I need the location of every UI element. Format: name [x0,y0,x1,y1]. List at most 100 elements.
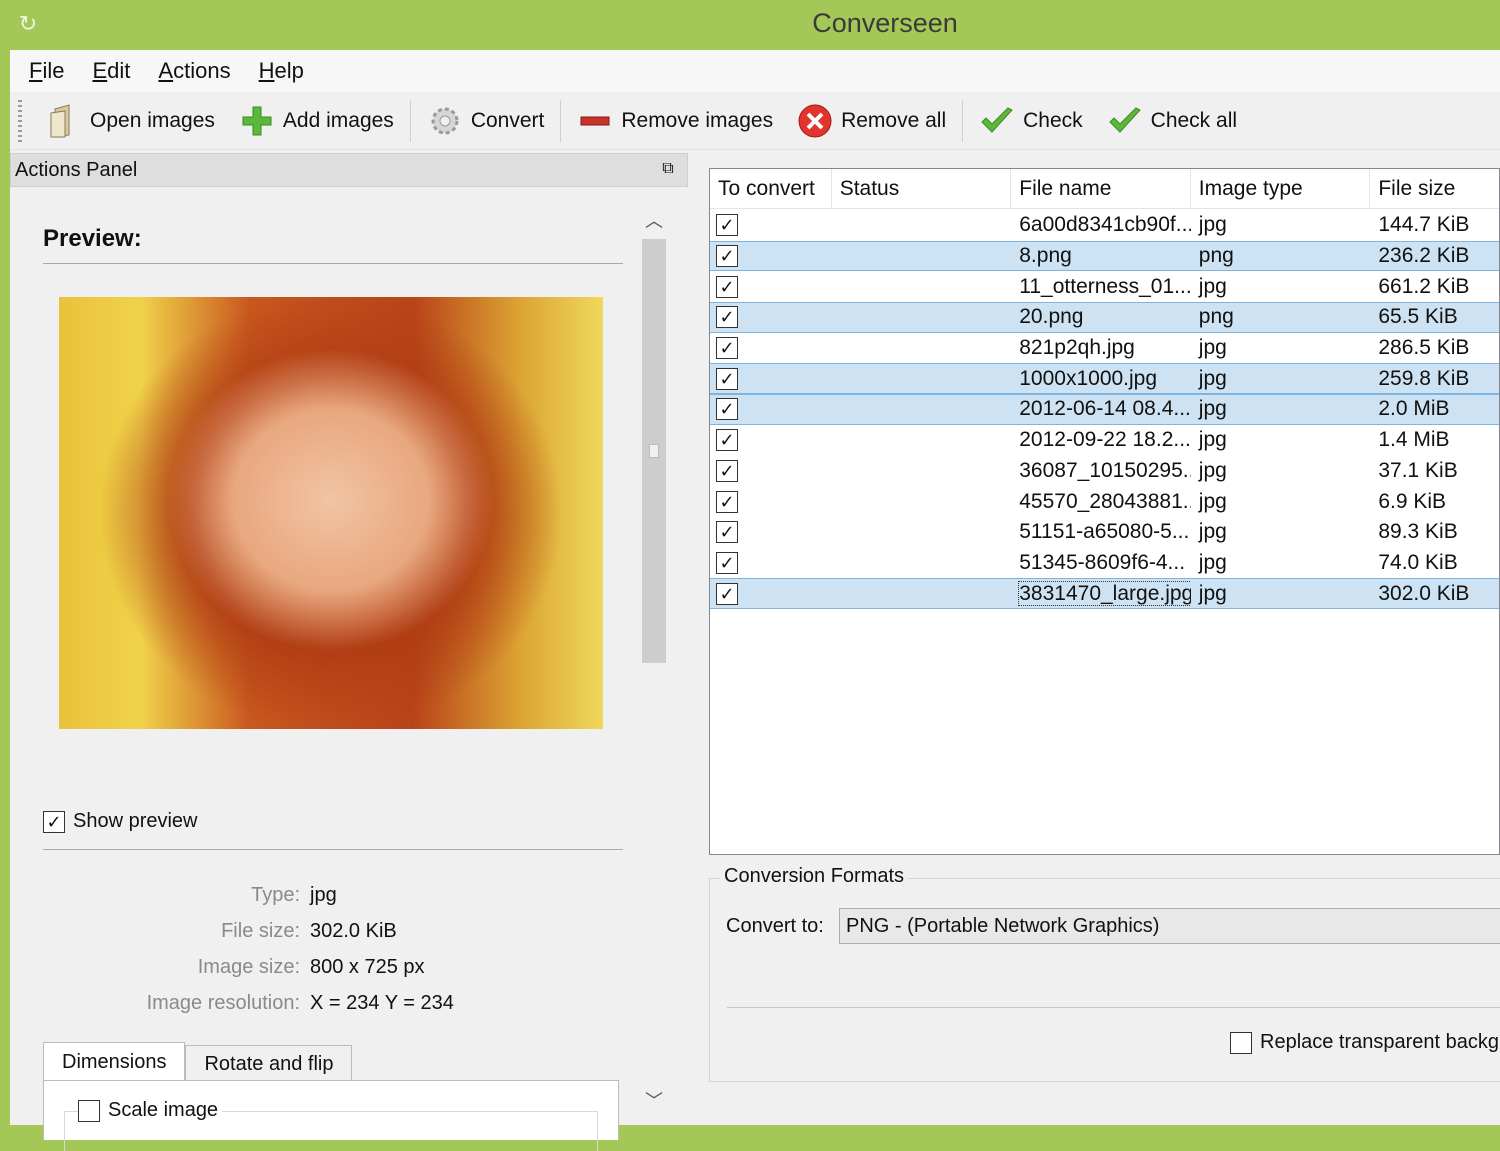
divider [43,263,623,264]
row-check-icon[interactable]: ✓ [716,459,738,482]
table-row[interactable]: ✓ 51345-8609f6-4... jpg 74.0 KiB [710,548,1499,579]
check-button[interactable]: Check [967,95,1095,147]
table-row[interactable]: ✓ 2012-09-22 18.2... jpg 1.4 MiB [710,425,1499,456]
table-row[interactable]: ✓ 8.png png 236.2 KiB [710,240,1499,272]
toolbar-grip[interactable] [18,99,22,142]
add-images-button[interactable]: Add images [227,95,406,147]
dimensions-tab-content: Scale image [43,1080,619,1151]
scroll-thumb[interactable] [642,239,666,663]
row-to-convert-cell[interactable]: ✓ [710,582,832,605]
scroll-down-icon[interactable]: ﹀ [640,1087,668,1115]
row-file-name: 51151-a65080-5... [1019,520,1190,544]
replace-bg-box [1230,1031,1252,1054]
scroll-up-icon[interactable]: ︿ [640,207,668,235]
row-to-convert-cell[interactable]: ✓ [710,398,832,421]
row-file-name: 821p2qh.jpg [1019,336,1135,360]
row-to-convert-cell[interactable]: ✓ [710,337,832,360]
row-check-icon[interactable]: ✓ [716,582,738,605]
show-preview-label: Show preview [73,810,198,832]
actions-panel-header[interactable]: Actions Panel ⧉ [10,153,688,187]
type-label: Type: [251,884,300,906]
scale-image-checkbox[interactable]: Scale image [78,1099,223,1122]
info-type: Type: jpg [10,884,610,907]
remove-all-button[interactable]: Remove all [785,95,958,147]
gear-icon [427,103,463,139]
row-check-icon[interactable]: ✓ [716,214,738,237]
row-to-convert-cell[interactable]: ✓ [710,214,832,237]
row-check-icon[interactable]: ✓ [716,367,738,390]
open-images-label: Open images [90,108,215,132]
row-check-icon[interactable]: ✓ [716,429,738,452]
row-image-type: jpg [1198,458,1227,482]
convert-button[interactable]: Convert [415,95,557,147]
row-image-type: jpg [1198,520,1227,544]
row-to-convert-cell[interactable]: ✓ [710,367,832,390]
file-list[interactable]: To convert Status File name Image type F… [709,168,1500,855]
image-size-value: 800 x 725 px [310,956,425,978]
table-row[interactable]: ✓ 51151-a65080-5... jpg 89.3 KiB [710,517,1499,548]
column-file-size[interactable]: File size [1370,169,1499,208]
info-image-size: Image size: 800 x 725 px [10,956,610,979]
row-to-convert-cell[interactable]: ✓ [710,459,832,482]
table-row[interactable]: ✓ 6a00d8341cb90f... jpg 144.7 KiB [710,210,1499,241]
file-size-label: File size: [221,920,300,942]
row-to-convert-cell[interactable]: ✓ [710,521,832,544]
row-check-icon[interactable]: ✓ [716,245,738,268]
menu-actions[interactable]: Actions [144,51,244,91]
open-folder-icon [46,103,82,139]
row-file-name: 6a00d8341cb90f... [1019,213,1191,237]
row-to-convert-cell[interactable]: ✓ [710,306,832,329]
float-panel-icon[interactable]: ⧉ [659,160,677,178]
table-row[interactable]: ✓ 20.png png 65.5 KiB [710,302,1499,333]
row-image-type: jpg [1198,428,1227,452]
table-row[interactable]: ✓ 45570_28043881... jpg 6.9 KiB [710,486,1499,517]
row-image-type: jpg [1198,489,1227,513]
conversion-formats-group: Conversion Formats Convert to: PNG - (Po… [709,865,1500,1082]
tab-rotate-and-flip[interactable]: Rotate and flip [185,1045,353,1081]
remove-images-button[interactable]: Remove images [565,95,785,147]
row-check-icon[interactable]: ✓ [716,398,738,421]
menu-file[interactable]: File [15,51,78,91]
table-row[interactable]: ✓ 2012-06-14 08.4... jpg 2.0 MiB [710,394,1499,425]
table-row[interactable]: ✓ 1000x1000.jpg jpg 259.8 KiB [710,363,1499,395]
row-file-size: 89.3 KiB [1378,520,1458,544]
title-bar[interactable]: ↻ Converseen [0,0,1500,50]
row-file-size: 6.9 KiB [1378,489,1447,513]
resolution-value: X = 234 Y = 234 [310,992,454,1014]
convert-to-select[interactable]: PNG - (Portable Network Graphics) [839,908,1500,944]
menu-bar: File Edit Actions Help [10,50,1500,92]
table-row[interactable]: ✓ 11_otterness_01... jpg 661.2 KiB [710,271,1499,302]
tab-dimensions[interactable]: Dimensions [43,1042,186,1082]
table-row[interactable]: ✓ 3831470_large.jpg jpg 302.0 KiB [710,578,1499,609]
open-images-button[interactable]: Open images [34,95,227,147]
row-check-icon[interactable]: ✓ [716,306,738,329]
row-to-convert-cell[interactable]: ✓ [710,490,832,513]
column-to-convert[interactable]: To convert [710,169,832,208]
replace-transparent-background-checkbox[interactable]: Replace transparent backgr [1230,1031,1500,1054]
row-to-convert-cell[interactable]: ✓ [710,245,832,268]
actions-panel-scrollbar[interactable]: ︿ ﹀ [640,207,668,1119]
table-row[interactable]: ✓ 821p2qh.jpg jpg 286.5 KiB [710,333,1499,364]
column-image-type[interactable]: Image type [1191,169,1371,208]
row-check-icon[interactable]: ✓ [716,337,738,360]
replace-bg-label: Replace transparent backgr [1260,1031,1500,1053]
row-to-convert-cell[interactable]: ✓ [710,551,832,574]
check-all-button[interactable]: Check all [1095,95,1249,147]
row-to-convert-cell[interactable]: ✓ [710,275,832,298]
column-status[interactable]: Status [832,169,1012,208]
row-file-size: 1.4 MiB [1378,428,1450,452]
row-check-icon[interactable]: ✓ [716,275,738,298]
row-check-icon[interactable]: ✓ [716,521,738,544]
row-to-convert-cell[interactable]: ✓ [710,429,832,452]
show-preview-checkbox[interactable]: ✓ Show preview [43,810,198,833]
menu-edit[interactable]: Edit [78,51,144,91]
remove-all-label: Remove all [841,108,947,132]
table-row[interactable]: ✓ 36087_10150295... jpg 37.1 KiB [710,456,1499,487]
toolbar: Open images Add images Convert Remove im… [10,92,1500,150]
show-preview-check-icon: ✓ [43,810,65,833]
row-check-icon[interactable]: ✓ [716,490,738,513]
row-check-icon[interactable]: ✓ [716,551,738,574]
plus-icon [239,103,275,139]
menu-help[interactable]: Help [245,51,318,91]
column-file-name[interactable]: File name [1011,169,1191,208]
